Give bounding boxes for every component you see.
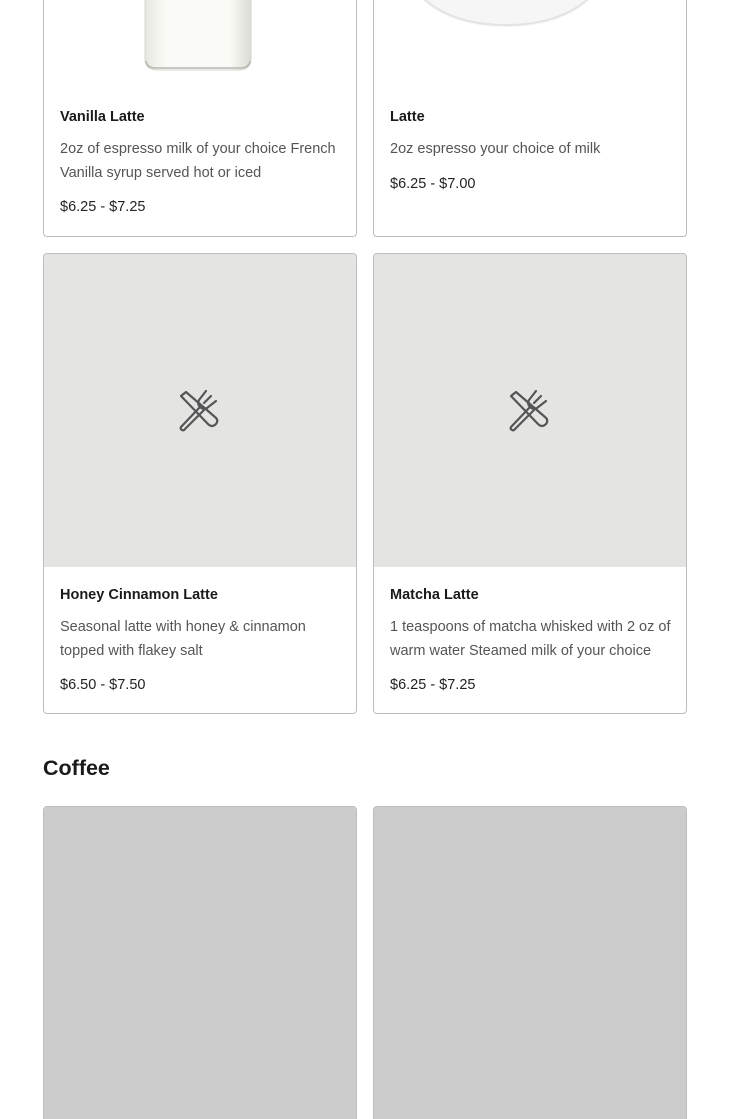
item-price: $6.25 - $7.25 xyxy=(60,199,146,215)
item-title: Matcha Latte xyxy=(390,587,479,603)
milk-glass-illustration xyxy=(144,0,252,71)
item-price: $6.25 - $7.00 xyxy=(390,175,476,192)
item-description: 2oz of espresso milk of your choice Fren… xyxy=(60,141,336,181)
item-title: Honey Cinnamon Latte xyxy=(60,587,218,603)
menu-item-card-coffee-2[interactable] xyxy=(373,806,687,1119)
menu-item-card-vanilla-latte[interactable]: Vanilla Latte 2oz of espresso milk of yo… xyxy=(43,0,357,237)
loading-image xyxy=(44,807,356,1119)
item-price: $6.50 - $7.50 xyxy=(60,677,146,693)
menu-item-card-coffee-1[interactable] xyxy=(43,806,357,1119)
item-title: Vanilla Latte xyxy=(60,109,145,125)
item-description: 2oz espresso your choice of milk xyxy=(390,141,601,157)
latte-cup-illustration xyxy=(422,0,590,27)
latte-cup-image xyxy=(374,0,686,81)
image-placeholder xyxy=(374,254,686,567)
loading-image xyxy=(374,807,686,1119)
utensils-icon xyxy=(179,389,219,431)
item-price: $6.25 - $7.25 xyxy=(390,677,476,693)
image-placeholder xyxy=(44,254,356,567)
milk-glass-image xyxy=(44,0,356,81)
menu-item-card-matcha-latte[interactable]: Matcha Latte 1 teaspoons of matcha whisk… xyxy=(373,253,687,714)
item-title: Latte xyxy=(390,109,425,125)
item-description: 1 teaspoons of matcha whisked with 2 oz … xyxy=(390,619,671,659)
utensils-icon xyxy=(509,389,549,431)
menu-item-card-honey-cinnamon-latte[interactable]: Honey Cinnamon Latte Seasonal latte with… xyxy=(43,253,357,714)
item-description: Seasonal latte with honey & cinnamon top… xyxy=(60,619,306,659)
menu-item-card-latte[interactable]: Latte 2oz espresso your choice of milk $… xyxy=(373,0,687,237)
section-title-coffee: Coffee xyxy=(43,756,110,780)
